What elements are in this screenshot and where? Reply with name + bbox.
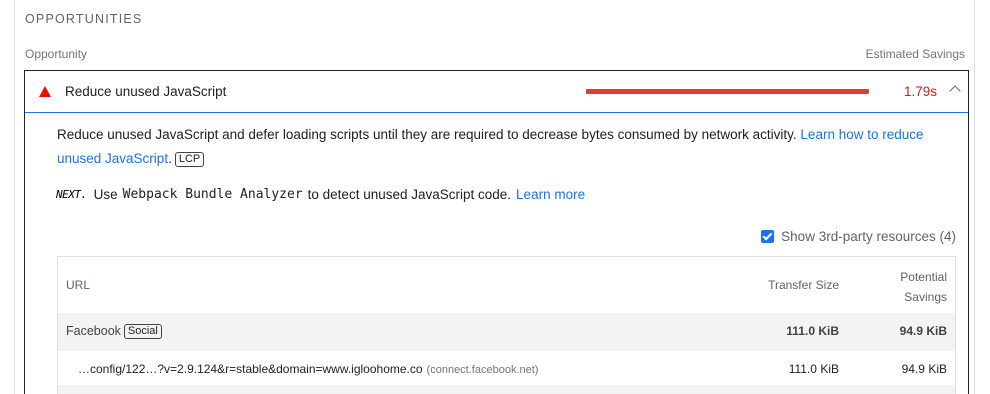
estimated-savings-column-header: Estimated Savings [865,47,965,61]
savings-bar [586,89,869,94]
audit-description: Reduce unused JavaScript and defer loadi… [57,127,924,167]
stack-tool-name: Webpack Bundle Analyzer [122,187,303,202]
url-column-header: URL [66,278,91,292]
table-row-partial [58,385,955,394]
fail-triangle-icon [39,86,51,97]
audit-reduce-unused-javascript: Reduce unused JavaScript 1.79s Reduce un… [24,70,969,394]
savings-label: Savings [904,290,947,304]
potential-label: Potential [900,270,947,284]
audit-header[interactable]: Reduce unused JavaScript 1.79s [25,71,968,113]
group-transfer-size: 111.0 KiB [786,324,839,338]
group-potential-savings: 94.9 KiB [899,324,947,338]
table-header: URL Transfer Size Potential Savings [58,257,955,313]
entity-label: Facebook [66,324,121,338]
resources-table: URL Transfer Size Potential Savings Face… [57,256,956,394]
section-title: OPPORTUNITIES [25,12,143,26]
table-row: …config/122…?v=2.9.124&r=stable&domain=w… [58,351,955,385]
resource-host: (connect.facebook.net) [426,364,539,376]
lcp-tag: LCP [174,152,205,167]
third-party-toggle[interactable]: Show 3rd-party resources (4) [761,229,956,244]
transfer-size-column-header: Transfer Size [768,278,839,292]
chevron-up-icon[interactable] [949,85,961,97]
stack-post-text: to detect unused JavaScript code. [307,187,512,202]
third-party-checkbox[interactable] [761,230,775,243]
nextjs-logo-icon: NEXT. [56,188,87,201]
row-transfer-size: 111.0 KiB [788,362,839,376]
third-party-label: Show 3rd-party resources (4) [781,229,956,244]
opportunities-panel: OPPORTUNITIES Opportunity Estimated Savi… [14,0,975,394]
description-text: Reduce unused JavaScript and defer loadi… [57,127,797,142]
entity-name: Facebook Social [66,324,162,339]
entity-group-row: Facebook Social 111.0 KiB 94.9 KiB [58,313,955,351]
entity-category-badge: Social [123,324,162,339]
row-potential-savings: 94.9 KiB [901,362,947,376]
learn-more-link[interactable]: Learn more [516,187,585,202]
stack-pack-row: NEXT. Use Webpack Bundle Analyzer to det… [56,187,585,202]
opportunity-column-header: Opportunity [25,47,88,61]
savings-value: 1.79s [903,84,937,99]
stack-pre-text: Use [93,187,118,202]
audit-title: Reduce unused JavaScript [65,84,227,99]
resource-url[interactable]: …config/122…?v=2.9.124&r=stable&domain=w… [78,362,538,376]
potential-savings-column-header: Potential Savings [900,267,947,307]
resource-url-text: …config/122…?v=2.9.124&r=stable&domain=w… [78,362,423,376]
